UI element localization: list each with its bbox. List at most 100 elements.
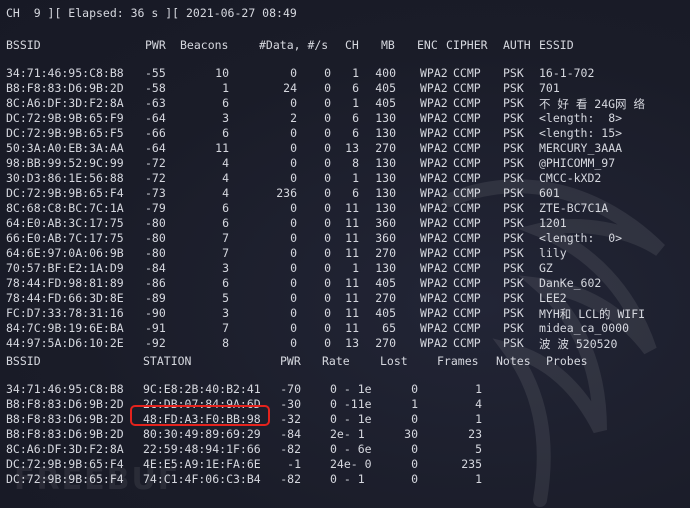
table-cell: <length: 8> [539, 111, 623, 125]
table-cell: 405 [375, 81, 396, 95]
table-cell: 0 [290, 216, 297, 230]
table-cell: CCMP [453, 306, 481, 320]
table-cell: -66 [145, 126, 166, 140]
table-cell: <length: 0> [539, 231, 623, 245]
column-header: ENC [417, 38, 438, 52]
table-cell: 0 [290, 276, 297, 290]
table-cell: 70:57:BF:E2:1A:D9 [6, 261, 124, 275]
column-header: CH [345, 38, 359, 52]
table-cell: CCMP [453, 171, 481, 185]
table-cell: 1 [222, 81, 229, 95]
table-cell: PSK [503, 156, 524, 170]
table-cell: WPA2 [420, 276, 448, 290]
table-cell: 11 [215, 141, 229, 155]
table-cell: 84:7C:9B:19:6E:BA [6, 321, 124, 335]
table-cell: 0 [290, 156, 297, 170]
column-header: BSSID [6, 38, 41, 52]
table-cell: 0 [324, 81, 331, 95]
table-cell: 1 [352, 261, 359, 275]
column-header: AUTH [503, 38, 531, 52]
table-cell: 65 [382, 321, 396, 335]
table-cell: -55 [145, 66, 166, 80]
table-cell: 270 [375, 246, 396, 260]
table-cell: 11 [345, 276, 359, 290]
table-cell: 0 - 1 [330, 472, 365, 486]
table-cell: WPA2 [420, 171, 448, 185]
table-cell: CCMP [453, 126, 481, 140]
table-cell: 6 [222, 96, 229, 110]
table-cell: MERCURY_3AAA [539, 141, 623, 155]
table-cell: 0 [411, 412, 418, 426]
table-cell: 0 [324, 336, 331, 350]
column-header: CIPHER [446, 38, 488, 52]
table-cell: WPA2 [420, 186, 448, 200]
table-cell: 11 [345, 246, 359, 260]
table-cell: 130 [375, 261, 396, 275]
table-cell: 13 [345, 336, 359, 350]
table-cell: -86 [145, 276, 166, 290]
table-cell: 78:44:FD:98:81:89 [6, 276, 124, 290]
table-cell: 0 [324, 306, 331, 320]
table-cell: 7 [222, 246, 229, 260]
table-cell: 405 [375, 306, 396, 320]
table-cell: DanKe_602 [539, 276, 602, 290]
table-cell: WPA2 [420, 111, 448, 125]
table-cell: 0 -11e [330, 397, 372, 411]
table-cell: 6 [222, 126, 229, 140]
table-cell: WPA2 [420, 66, 448, 80]
table-cell: 3 [222, 111, 229, 125]
table-cell: WPA2 [420, 306, 448, 320]
table-cell: 24 [283, 81, 297, 95]
table-cell: -80 [145, 231, 166, 245]
table-cell: PSK [503, 66, 524, 80]
table-cell: 34:71:46:95:C8:B8 [6, 66, 124, 80]
table-cell: 66:E0:AB:7C:17:75 [6, 231, 124, 245]
table-cell: 5 [475, 442, 482, 456]
table-cell: 1 [352, 171, 359, 185]
terminal-window[interactable]: CH 9 ][ Elapsed: 36 s ][ 2021-06-27 08:4… [0, 0, 690, 508]
table-cell: WPA2 [420, 216, 448, 230]
table-cell: 0 [324, 141, 331, 155]
table-cell: 1201 [539, 216, 567, 230]
table-cell: MYH和 LCL的 WIFI [539, 307, 646, 321]
table-cell: 8 [222, 336, 229, 350]
table-cell: 8C:68:C8:BC:7C:1A [6, 201, 124, 215]
table-cell: 0 [290, 321, 297, 335]
table-cell: -64 [145, 111, 166, 125]
table-cell: 0 [290, 66, 297, 80]
table-cell: -89 [145, 291, 166, 305]
table-cell: WPA2 [420, 201, 448, 215]
table-cell: PSK [503, 141, 524, 155]
table-cell: CCMP [453, 66, 481, 80]
table-cell: -84 [280, 427, 301, 441]
table-cell: PSK [503, 126, 524, 140]
column-header: Notes [496, 354, 531, 368]
table-cell: PSK [503, 81, 524, 95]
column-header: Frames [437, 354, 479, 368]
table-cell: CCMP [453, 201, 481, 215]
table-cell: -58 [145, 81, 166, 95]
table-cell: 0 [324, 231, 331, 245]
table-cell: 6 [352, 81, 359, 95]
table-cell: 11 [345, 216, 359, 230]
table-cell: 9C:E8:2B:40:B2:41 [143, 382, 261, 396]
table-cell: 24e- 0 [330, 457, 372, 471]
table-cell: 0 [324, 216, 331, 230]
table-cell: 0 [324, 126, 331, 140]
table-cell: 30:D3:86:1E:56:88 [6, 171, 124, 185]
table-cell: PSK [503, 201, 524, 215]
table-cell: -30 [280, 397, 301, 411]
table-cell: -82 [280, 442, 301, 456]
table-cell: CCMP [453, 231, 481, 245]
status-line: CH 9 ][ Elapsed: 36 s ][ 2021-06-27 08:4… [6, 6, 297, 20]
table-cell: 8C:A6:DF:3D:F2:8A [6, 96, 124, 110]
table-cell: 0 [324, 201, 331, 215]
table-cell: 0 [324, 276, 331, 290]
table-cell: WPA2 [420, 246, 448, 260]
table-cell: 1 [352, 66, 359, 80]
table-cell: 400 [375, 66, 396, 80]
table-cell: 16-1-702 [539, 66, 595, 80]
table-cell: 0 [290, 306, 297, 320]
table-cell: 7 [222, 231, 229, 245]
table-cell: 130 [375, 126, 396, 140]
